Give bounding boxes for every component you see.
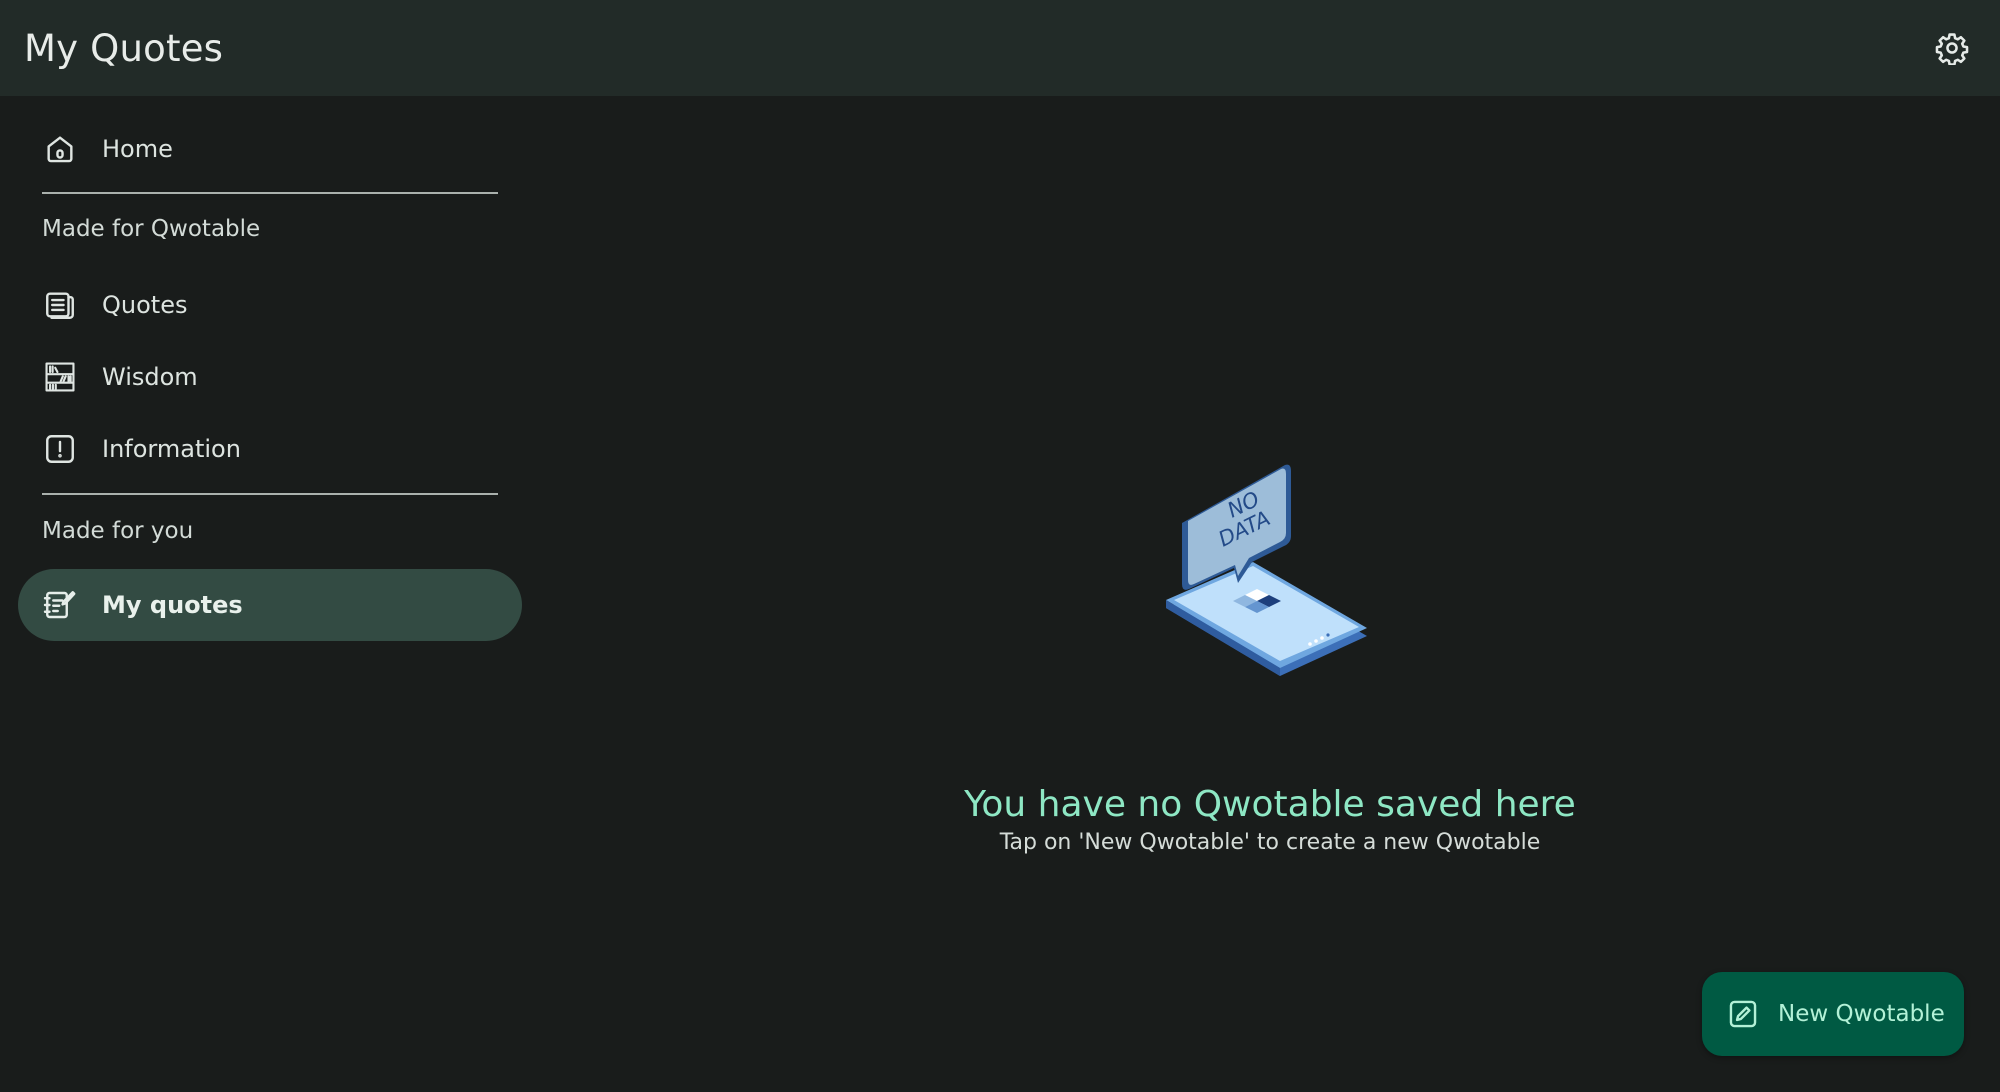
nav-item-wisdom[interactable]: Wisdom	[18, 341, 522, 413]
fab-label: New Qwotable	[1778, 1001, 1945, 1027]
info-alert-icon	[42, 431, 78, 467]
nav-item-label: Wisdom	[102, 363, 198, 391]
nav-divider	[42, 493, 498, 495]
section-header-qwotable: Made for Qwotable	[42, 216, 261, 242]
no-data-illustration: NO DATA	[1166, 464, 1367, 676]
nav-item-label: Quotes	[102, 291, 188, 319]
navigation-drawer: Home Made for Qwotable Quotes Wisdom Inf…	[0, 96, 540, 1092]
empty-state-title: You have no Qwotable saved here	[964, 784, 1576, 825]
top-app-bar: My Quotes	[0, 0, 2000, 96]
nav-item-information[interactable]: Information	[18, 413, 522, 485]
section-header-you: Made for you	[42, 518, 194, 544]
empty-state: NO DATA You have no Qwotable saved here …	[540, 96, 2000, 1092]
page-title: My Quotes	[24, 26, 224, 70]
gear-icon	[1935, 33, 1969, 65]
nav-item-label: Home	[102, 135, 173, 163]
edit-note-icon	[42, 587, 78, 623]
nav-item-label: My quotes	[102, 591, 243, 619]
settings-button[interactable]	[1924, 20, 1980, 76]
bookshelf-icon	[42, 359, 78, 395]
nav-item-label: Information	[102, 435, 241, 463]
edit-square-icon	[1726, 997, 1760, 1031]
new-qwotable-button[interactable]: New Qwotable	[1702, 972, 1964, 1056]
nav-divider	[42, 192, 498, 194]
nav-item-home[interactable]: Home	[18, 113, 522, 185]
empty-state-subtitle: Tap on 'New Qwotable' to create a new Qw…	[999, 830, 1541, 855]
article-icon	[42, 287, 78, 323]
home-icon	[42, 131, 78, 167]
nav-item-quotes[interactable]: Quotes	[18, 269, 522, 341]
nav-item-my-quotes[interactable]: My quotes	[18, 569, 522, 641]
